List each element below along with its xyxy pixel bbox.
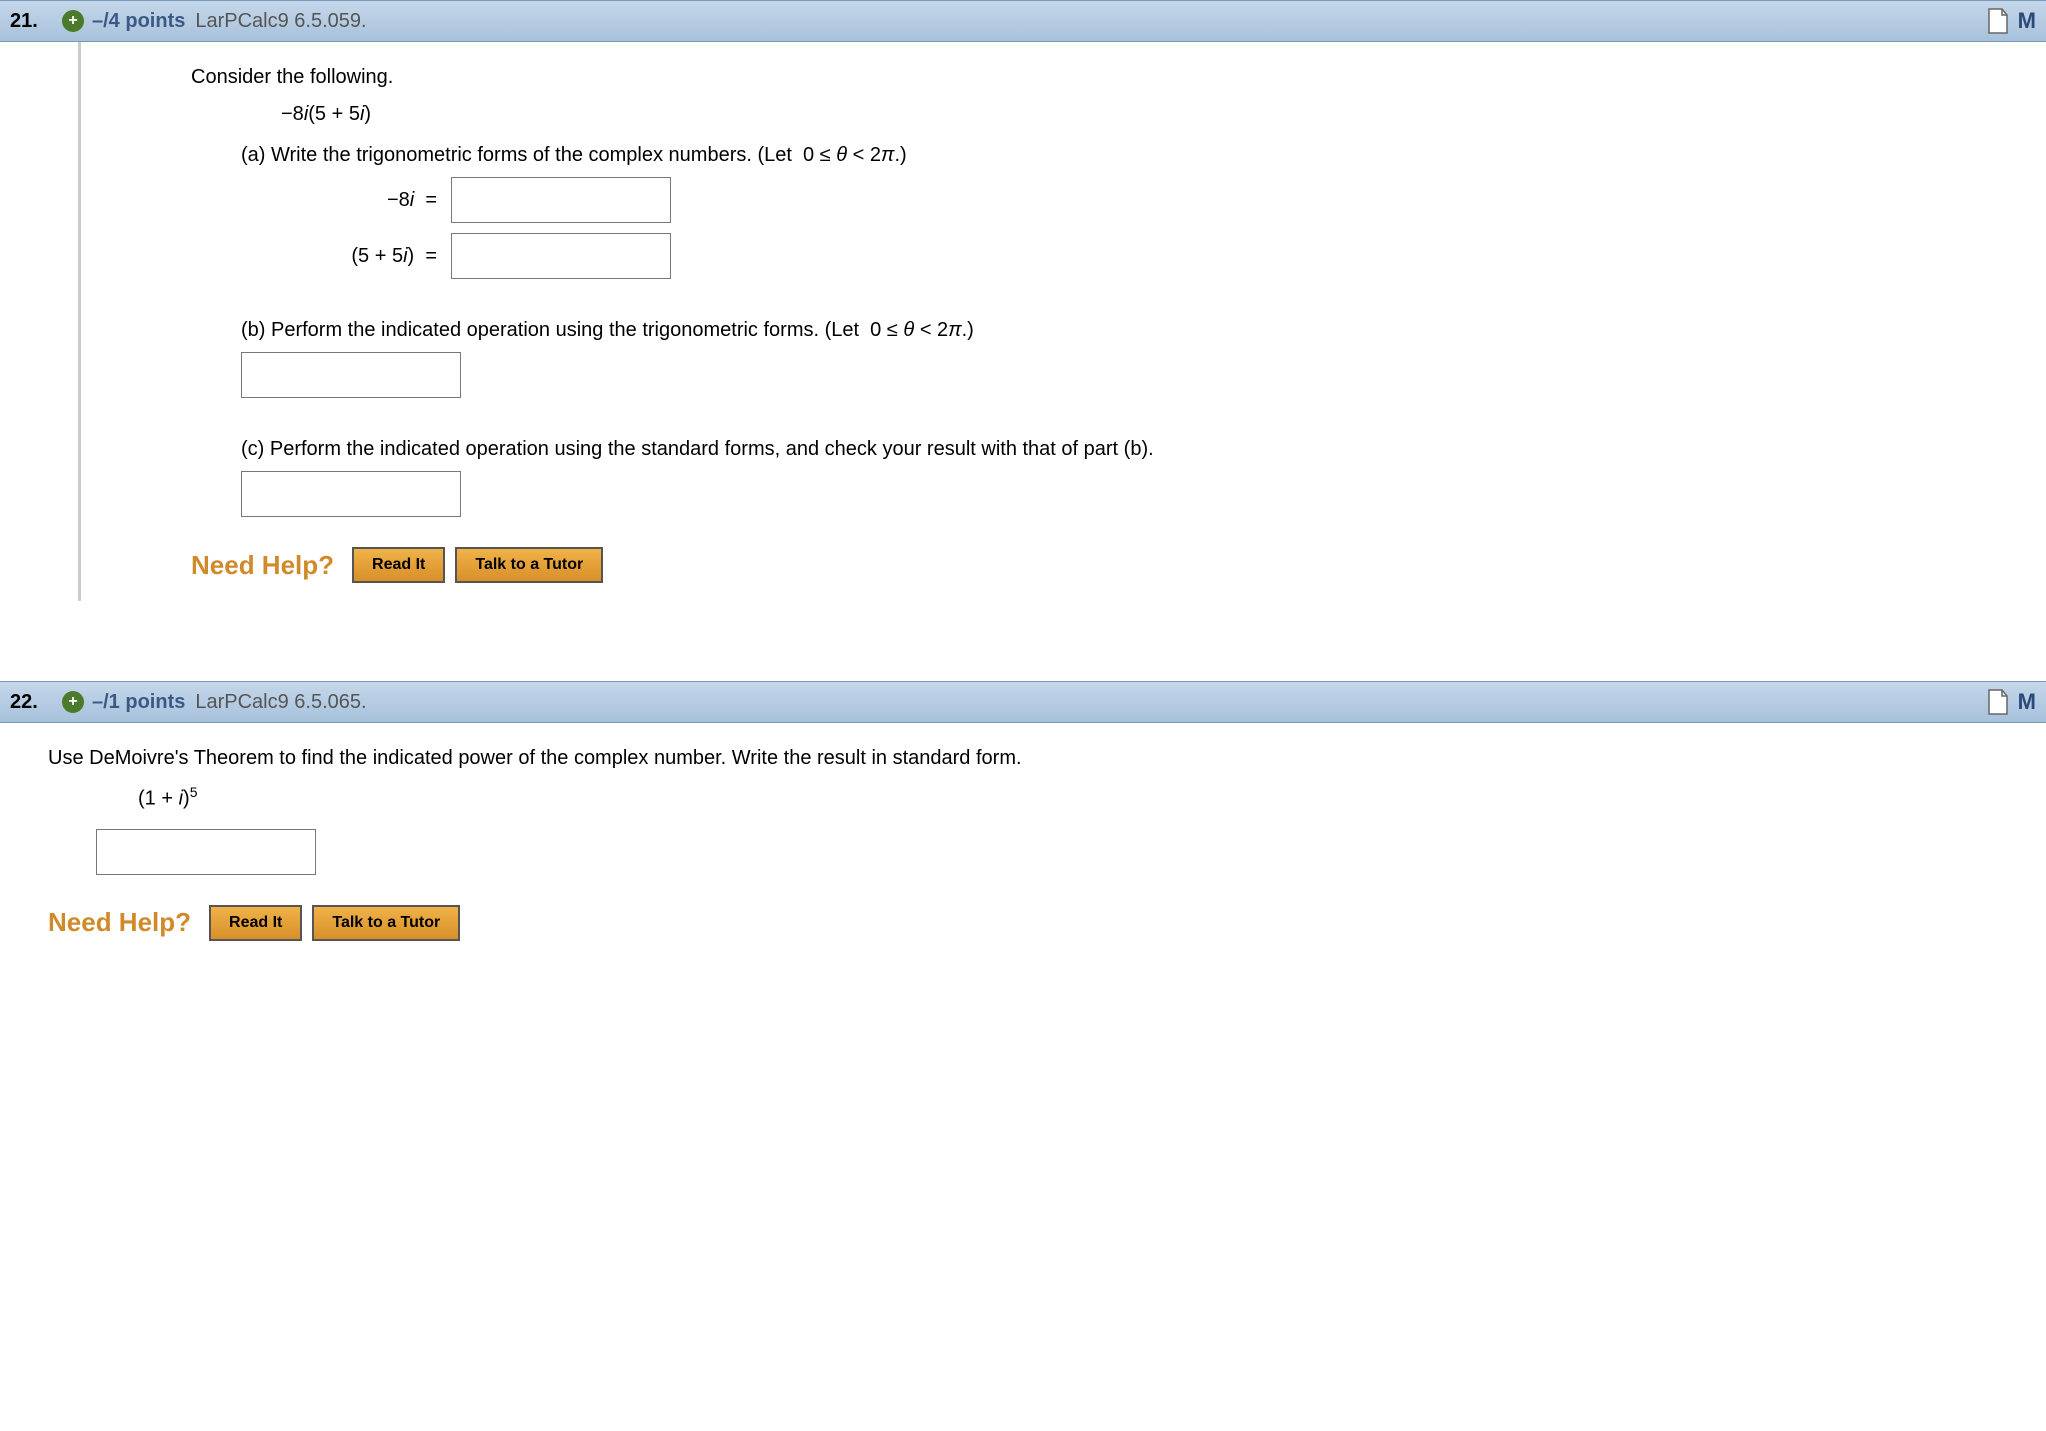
answer-input-a1[interactable] xyxy=(451,177,671,223)
expand-icon[interactable]: + xyxy=(62,691,84,713)
need-help-label: Need Help? xyxy=(191,550,334,581)
m-label: M xyxy=(2018,8,2036,34)
source-label: LarPCalc9 6.5.065. xyxy=(195,691,366,714)
expand-icon[interactable]: + xyxy=(62,10,84,32)
read-it-button[interactable]: Read It xyxy=(352,547,445,583)
question-body: Use DeMoivre's Theorem to find the indic… xyxy=(0,723,2046,959)
talk-tutor-button[interactable]: Talk to a Tutor xyxy=(312,905,460,941)
answer-input-a2[interactable] xyxy=(451,233,671,279)
input-label-a2: (5 + 5i) = xyxy=(281,245,451,268)
prompt-text: Use DeMoivre's Theorem to find the indic… xyxy=(48,747,2046,770)
answer-input[interactable] xyxy=(96,829,316,875)
m-label: M xyxy=(2018,689,2036,715)
need-help-row: Need Help? Read It Talk to a Tutor xyxy=(48,905,2046,941)
question-header: 22. + –/1 points LarPCalc9 6.5.065. M xyxy=(0,681,2046,723)
question-header: 21. + –/4 points LarPCalc9 6.5.059. M xyxy=(0,0,2046,42)
points-label: –/4 points xyxy=(92,10,185,33)
answer-input-c[interactable] xyxy=(241,471,461,517)
expression: (1 + i)5 xyxy=(138,784,2046,811)
source-label: LarPCalc9 6.5.059. xyxy=(195,10,366,33)
part-c-text: (c) Perform the indicated operation usin… xyxy=(241,438,2046,461)
question-number: 21. xyxy=(10,10,44,33)
notes-icon[interactable]: M xyxy=(1986,7,2036,35)
expression: −8i(5 + 5i) xyxy=(281,103,2046,126)
read-it-button[interactable]: Read It xyxy=(209,905,302,941)
talk-tutor-button[interactable]: Talk to a Tutor xyxy=(455,547,603,583)
question-22: 22. + –/1 points LarPCalc9 6.5.065. M Us… xyxy=(0,681,2046,959)
input-label-a1: −8i = xyxy=(281,189,451,212)
part-a-text: (a) Write the trigonometric forms of the… xyxy=(241,144,2046,167)
question-body: Consider the following. −8i(5 + 5i) (a) … xyxy=(78,42,2046,601)
prompt-text: Consider the following. xyxy=(191,66,2046,89)
question-21: 21. + –/4 points LarPCalc9 6.5.059. M Co… xyxy=(0,0,2046,601)
part-b-text: (b) Perform the indicated operation usin… xyxy=(241,319,2046,342)
need-help-row: Need Help? Read It Talk to a Tutor xyxy=(191,547,2046,583)
question-number: 22. xyxy=(10,691,44,714)
need-help-label: Need Help? xyxy=(48,907,191,938)
points-label: –/1 points xyxy=(92,691,185,714)
answer-input-b[interactable] xyxy=(241,352,461,398)
input-row-a2: (5 + 5i) = xyxy=(281,233,2046,279)
input-row-a1: −8i = xyxy=(281,177,2046,223)
notes-icon[interactable]: M xyxy=(1986,688,2036,716)
